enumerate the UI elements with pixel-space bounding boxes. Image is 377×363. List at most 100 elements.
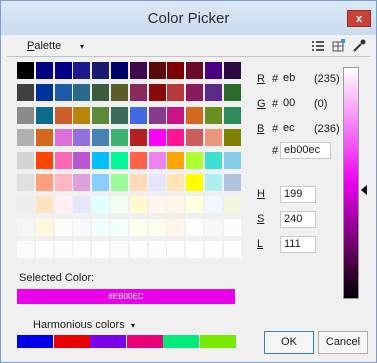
palette-swatch[interactable] [167, 218, 185, 236]
palette-swatch[interactable] [148, 218, 166, 236]
harmonious-swatch[interactable] [53, 335, 90, 348]
palette-swatch[interactable] [35, 174, 53, 191]
palette-swatch[interactable] [92, 196, 110, 214]
palette-swatch[interactable] [73, 84, 91, 102]
palette-swatch[interactable] [148, 129, 166, 147]
cancel-button[interactable]: Cancel [318, 331, 368, 354]
blue-hex-input[interactable]: ec [280, 121, 310, 138]
palette-swatch[interactable] [111, 218, 128, 236]
palette-swatch[interactable] [17, 151, 34, 169]
palette-swatch[interactable] [111, 62, 128, 79]
palette-swatch[interactable] [167, 106, 185, 124]
palette-swatch[interactable] [223, 174, 241, 191]
palette-swatch[interactable] [111, 241, 128, 259]
full-hex-input[interactable]: eb00ec [280, 142, 331, 159]
palette-swatch[interactable] [92, 218, 110, 236]
palette-swatch[interactable] [186, 174, 204, 191]
palette-swatch[interactable] [92, 62, 110, 79]
palette-swatch[interactable] [205, 84, 222, 102]
palette-swatch[interactable] [129, 62, 147, 79]
palette-swatch[interactable] [129, 129, 147, 147]
palette-swatch[interactable] [17, 218, 34, 236]
palette-swatch[interactable] [17, 129, 34, 147]
palette-swatch[interactable] [223, 241, 241, 259]
palette-swatch[interactable] [35, 241, 53, 259]
palette-swatch[interactable] [186, 106, 204, 124]
palette-swatch[interactable] [223, 106, 241, 124]
green-hex-input[interactable]: 00 [280, 96, 310, 113]
harmonious-swatch[interactable] [126, 335, 163, 348]
palette-swatch[interactable] [186, 218, 204, 236]
saturation-input[interactable]: 240 [280, 211, 316, 228]
palette-swatch[interactable] [129, 218, 147, 236]
palette-swatch[interactable] [73, 241, 91, 259]
palette-swatch[interactable] [54, 84, 72, 102]
chevron-down-icon[interactable]: ▾ [80, 42, 84, 51]
palette-swatch[interactable] [129, 196, 147, 214]
palette-swatch[interactable] [148, 151, 166, 169]
palette-swatch[interactable] [35, 218, 53, 236]
luminance-slider[interactable] [343, 67, 359, 299]
palette-swatch[interactable] [223, 129, 241, 147]
palette-swatch[interactable] [129, 84, 147, 102]
palette-swatch[interactable] [167, 196, 185, 214]
palette-swatch[interactable] [205, 62, 222, 79]
palette-swatch[interactable] [148, 106, 166, 124]
palette-swatch[interactable] [35, 62, 53, 79]
palette-swatch[interactable] [73, 174, 91, 191]
palette-swatch[interactable] [148, 174, 166, 191]
palette-swatch[interactable] [186, 151, 204, 169]
palette-swatch[interactable] [205, 241, 222, 259]
palette-swatch[interactable] [17, 174, 34, 191]
palette-swatch[interactable] [35, 196, 53, 214]
grid-edit-icon[interactable] [331, 38, 347, 54]
harmonious-colors-dropdown[interactable]: Harmonious colors [33, 319, 125, 331]
palette-swatch[interactable] [167, 174, 185, 191]
palette-swatch[interactable] [92, 151, 110, 169]
palette-swatch[interactable] [92, 241, 110, 259]
slider-marker-icon[interactable] [361, 185, 367, 195]
palette-swatch[interactable] [73, 151, 91, 169]
list-icon[interactable] [310, 38, 326, 54]
palette-swatch[interactable] [129, 174, 147, 191]
ok-button[interactable]: OK [264, 331, 314, 354]
palette-swatch[interactable] [129, 241, 147, 259]
palette-swatch[interactable] [111, 84, 128, 102]
palette-swatch[interactable] [205, 106, 222, 124]
palette-swatch[interactable] [17, 84, 34, 102]
palette-swatch[interactable] [111, 174, 128, 191]
palette-swatch[interactable] [205, 196, 222, 214]
palette-swatch[interactable] [167, 62, 185, 79]
eyedropper-icon[interactable] [351, 38, 367, 54]
palette-menu[interactable]: Palette [27, 40, 61, 52]
palette-swatch[interactable] [148, 196, 166, 214]
palette-swatch[interactable] [54, 151, 72, 169]
palette-swatch[interactable] [186, 241, 204, 259]
palette-swatch[interactable] [73, 218, 91, 236]
luminance-input[interactable]: 111 [280, 236, 316, 253]
palette-swatch[interactable] [148, 241, 166, 259]
hue-input[interactable]: 199 [280, 186, 316, 203]
harmonious-swatch[interactable] [90, 335, 126, 348]
palette-swatch[interactable] [223, 218, 241, 236]
palette-swatch[interactable] [54, 129, 72, 147]
palette-swatch[interactable] [54, 218, 72, 236]
palette-swatch[interactable] [54, 62, 72, 79]
harmonious-swatch[interactable] [17, 335, 53, 348]
chevron-down-icon[interactable]: ▾ [131, 321, 135, 330]
palette-swatch[interactable] [54, 241, 72, 259]
harmonious-swatch[interactable] [199, 335, 236, 348]
palette-swatch[interactable] [129, 151, 147, 169]
palette-swatch[interactable] [111, 106, 128, 124]
palette-swatch[interactable] [73, 62, 91, 79]
palette-swatch[interactable] [186, 84, 204, 102]
palette-swatch[interactable] [92, 84, 110, 102]
palette-swatch[interactable] [111, 151, 128, 169]
palette-swatch[interactable] [54, 106, 72, 124]
palette-swatch[interactable] [223, 62, 241, 79]
palette-swatch[interactable] [167, 151, 185, 169]
palette-swatch[interactable] [35, 151, 53, 169]
palette-swatch[interactable] [35, 106, 53, 124]
palette-swatch[interactable] [54, 196, 72, 214]
palette-swatch[interactable] [223, 84, 241, 102]
